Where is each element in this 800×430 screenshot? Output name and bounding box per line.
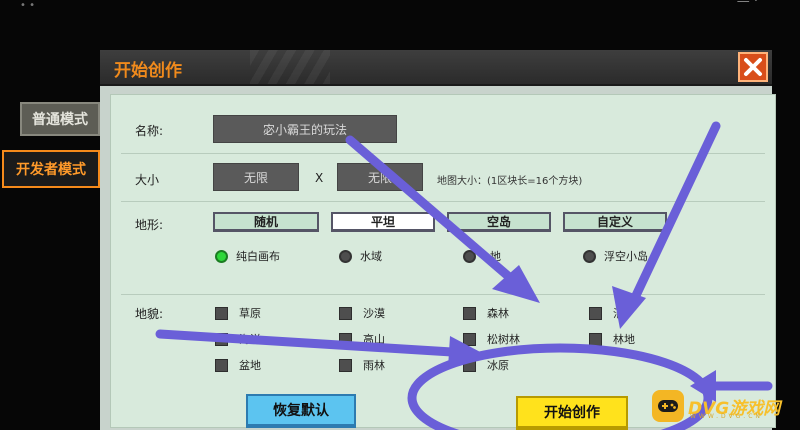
- flat-option-floating-island[interactable]: 浮空小岛: [583, 248, 648, 264]
- radio-icon: [339, 249, 352, 263]
- checkbox-label: 沙漠: [363, 307, 385, 320]
- close-x-icon[interactable]: [738, 52, 768, 82]
- start-create-button[interactable]: 开始创作: [516, 396, 628, 430]
- watermark-subtext: WWW.DVG.CN: [690, 413, 763, 420]
- size-hint: 地图大小：(1区块长=16个方块): [437, 176, 583, 187]
- dialog-title: 开始创作: [114, 61, 182, 81]
- landform-rainforest[interactable]: 雨林: [339, 357, 385, 373]
- name-input[interactable]: 宓小霸王的玩法: [213, 115, 397, 143]
- dialog-titlebar: 开始创作: [100, 50, 772, 86]
- titlebar-decoration: [250, 50, 330, 84]
- site-watermark: DVG游戏网 WWW.DVG.CN: [652, 384, 794, 428]
- landform-ocean[interactable]: 海洋: [215, 331, 261, 347]
- checkbox-icon: [463, 358, 476, 372]
- landform-label: 地貌:: [135, 307, 164, 321]
- checkbox-label: 林地: [613, 333, 635, 346]
- checkbox-label: 雨林: [363, 359, 385, 372]
- checkbox-label: 冰原: [487, 359, 509, 372]
- checkbox-icon: [339, 358, 352, 372]
- tab-normal-mode[interactable]: 普通模式: [20, 102, 100, 136]
- settings-panel: 名称: 宓小霸王的玩法 大小 无限 X 无限 地图大小：(1区块长=16个方块)…: [110, 94, 776, 428]
- landform-desert[interactable]: 沙漠: [339, 305, 385, 321]
- landform-basin[interactable]: 盆地: [215, 357, 261, 373]
- gamepad-glyph: [658, 400, 678, 412]
- checkbox-icon: [589, 332, 602, 346]
- name-label: 名称:: [135, 124, 164, 138]
- terrain-sky-island-button[interactable]: 空岛: [447, 212, 551, 232]
- row-divider: [121, 153, 765, 154]
- radio-icon: [463, 249, 476, 263]
- checkbox-icon: [589, 306, 602, 320]
- flat-option-land[interactable]: 地: [463, 248, 501, 264]
- landform-grassland[interactable]: 草原: [215, 305, 261, 321]
- close-glyph: [744, 58, 762, 76]
- terrain-flat-button[interactable]: 平坦: [331, 212, 435, 232]
- checkbox-label: 海洋: [239, 333, 261, 346]
- landform-pine-forest[interactable]: 松树林: [463, 331, 520, 347]
- checkbox-label: 沼: [613, 307, 624, 320]
- landform-forest[interactable]: 森林: [463, 305, 509, 321]
- status-dots: • •: [20, 0, 35, 11]
- size-height-input[interactable]: 无限: [337, 163, 423, 191]
- landform-mountain[interactable]: 高山: [339, 331, 385, 347]
- checkbox-label: 高山: [363, 333, 385, 346]
- tab-developer-mode[interactable]: 开发者模式: [2, 150, 100, 188]
- flat-option-water[interactable]: 水域: [339, 248, 382, 264]
- radio-selected-icon: [215, 249, 228, 263]
- gamepad-logo-icon: [652, 390, 684, 422]
- option-label: 水域: [360, 250, 382, 263]
- checkbox-label: 松树林: [487, 333, 520, 346]
- checkbox-icon: [463, 306, 476, 320]
- create-dialog: 开始创作 名称: 宓小霸王的玩法 大小 无限 X 无限 地图大小：(1区块长=1…: [100, 50, 776, 430]
- option-label: 地: [490, 250, 501, 263]
- top-corner-glyph: — ·: [736, 0, 758, 9]
- option-label: 浮空小岛: [604, 250, 648, 263]
- row-divider: [121, 294, 765, 295]
- radio-icon: [583, 249, 596, 263]
- size-width-input[interactable]: 无限: [213, 163, 299, 191]
- checkbox-icon: [339, 306, 352, 320]
- checkbox-icon: [215, 358, 228, 372]
- option-label: 纯白画布: [236, 250, 280, 263]
- landform-woodland[interactable]: 林地: [589, 331, 635, 347]
- landform-swamp[interactable]: 沼: [589, 305, 624, 321]
- reset-defaults-button[interactable]: 恢复默认: [246, 394, 356, 428]
- checkbox-icon: [463, 332, 476, 346]
- checkbox-label: 森林: [487, 307, 509, 320]
- flat-option-white-canvas[interactable]: 纯白画布: [215, 248, 280, 264]
- size-label: 大小: [135, 173, 160, 187]
- checkbox-icon: [215, 332, 228, 346]
- checkbox-label: 草原: [239, 307, 261, 320]
- terrain-label: 地形:: [135, 218, 164, 232]
- terrain-random-button[interactable]: 随机: [213, 212, 319, 232]
- checkbox-icon: [339, 332, 352, 346]
- landform-ice-field[interactable]: 冰原: [463, 357, 509, 373]
- row-divider: [121, 201, 765, 202]
- terrain-custom-button[interactable]: 自定义: [563, 212, 667, 232]
- checkbox-label: 盆地: [239, 359, 261, 372]
- size-separator: X: [315, 171, 324, 185]
- checkbox-icon: [215, 306, 228, 320]
